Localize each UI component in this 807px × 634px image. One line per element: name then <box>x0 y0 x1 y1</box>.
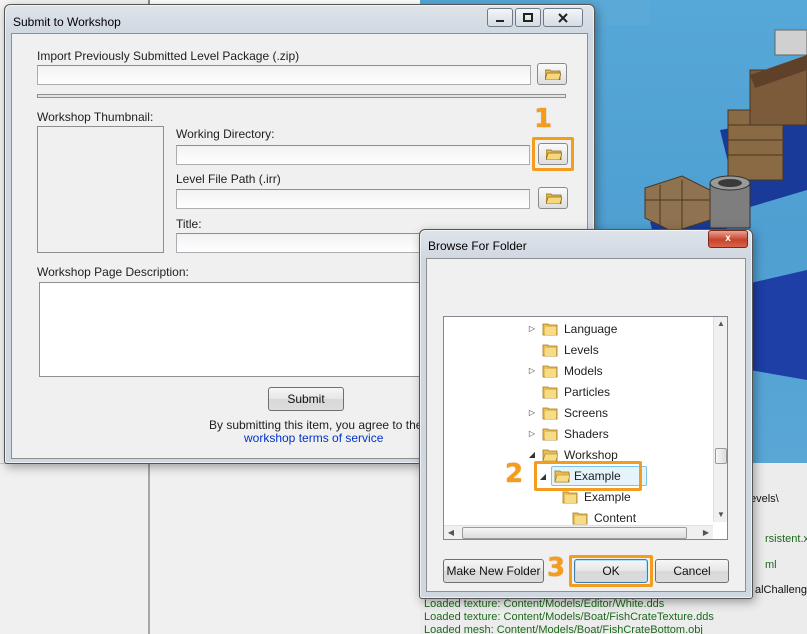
tree-vertical-scrollbar[interactable]: ▲ ▼ <box>713 317 727 522</box>
close-icon: x <box>725 233 731 244</box>
title-bar[interactable]: Submit to Workshop <box>5 5 594 33</box>
scroll-down-arrow-icon[interactable]: ▼ <box>714 508 728 522</box>
folder-tree[interactable]: ▷ Language Levels ▷ Models Particles ▷ S… <box>443 316 728 540</box>
minimize-icon <box>496 20 504 22</box>
submit-button[interactable]: Submit <box>268 387 344 411</box>
maximize-icon <box>523 13 533 22</box>
tree-horizontal-scrollbar[interactable]: ◀ ▶ <box>444 525 713 539</box>
folder-open-icon <box>545 69 561 80</box>
working-dir-field[interactable] <box>176 145 530 165</box>
make-new-folder-button[interactable]: Make New Folder <box>443 559 544 583</box>
panel-divider <box>148 463 150 634</box>
folder-icon <box>562 491 578 504</box>
import-label: Import Previously Submitted Level Packag… <box>37 49 300 63</box>
expand-arrow-icon[interactable]: ▷ <box>527 403 537 423</box>
import-browse-button[interactable] <box>537 63 567 85</box>
agree-text: By submitting this item, you agree to th… <box>209 418 423 432</box>
level-path-browse-button[interactable] <box>538 187 568 209</box>
barrel <box>709 175 751 229</box>
folder-icon <box>542 407 558 420</box>
description-label: Workshop Page Description: <box>37 265 189 279</box>
browse-title-bar[interactable]: Browse For Folder x <box>420 230 752 258</box>
log-line: Loaded texture: Content/Models/Boat/Fish… <box>424 611 714 623</box>
folder-icon <box>542 386 558 399</box>
folder-icon <box>542 428 558 441</box>
lower-panel <box>0 463 420 634</box>
title-field[interactable] <box>176 233 426 253</box>
expand-arrow-icon[interactable]: ▷ <box>527 424 537 444</box>
scroll-thumb[interactable] <box>462 527 687 539</box>
level-path-label: Level File Path (.irr) <box>176 172 281 186</box>
terms-link[interactable]: workshop terms of service <box>244 431 383 445</box>
log-fragment: evels\ <box>750 493 779 505</box>
scroll-left-arrow-icon[interactable]: ◀ <box>444 526 458 540</box>
folder-icon <box>542 344 558 357</box>
maximize-button[interactable] <box>515 8 541 27</box>
working-dir-label: Working Directory: <box>176 127 275 141</box>
minimize-button[interactable] <box>487 8 513 27</box>
separator <box>37 94 566 98</box>
log-fragment: ml <box>765 559 777 571</box>
expand-arrow-icon[interactable]: ▷ <box>527 319 537 339</box>
cancel-button[interactable]: Cancel <box>655 559 729 583</box>
log-line: Loaded texture: Content/Models/Editor/Wh… <box>424 598 665 610</box>
step-1-highlight <box>532 137 574 171</box>
expand-arrow-icon[interactable]: ▷ <box>527 361 537 381</box>
step-3-callout: 3 <box>547 553 566 583</box>
description-textarea[interactable] <box>39 282 426 377</box>
folder-open-icon <box>546 193 562 204</box>
log-fragment: rsistent.xm <box>765 533 807 545</box>
title-label: Title: <box>176 217 202 231</box>
scroll-right-arrow-icon[interactable]: ▶ <box>699 526 713 540</box>
thumbnail-label: Workshop Thumbnail: <box>37 110 154 124</box>
step-3-highlight <box>569 555 653 587</box>
thumbnail-preview[interactable] <box>37 126 164 253</box>
close-button[interactable] <box>543 8 583 27</box>
folder-icon <box>542 365 558 378</box>
step-2-highlight <box>534 461 642 491</box>
browse-title: Browse For Folder <box>428 239 527 253</box>
step-2-callout: 2 <box>505 459 524 489</box>
folder-icon <box>542 323 558 336</box>
window-title: Submit to Workshop <box>13 15 121 29</box>
scroll-thumb[interactable] <box>715 448 727 464</box>
step-1-callout: 1 <box>534 104 553 134</box>
folder-open-icon <box>542 449 558 462</box>
close-icon <box>558 13 568 23</box>
log-line: Loaded mesh: Content/Models/Boat/FishCra… <box>424 624 703 634</box>
folder-icon <box>572 512 588 525</box>
log-fragment: alChalleng <box>755 584 807 596</box>
import-path-field[interactable] <box>37 65 531 85</box>
level-path-field[interactable] <box>176 189 530 209</box>
browse-close-button[interactable]: x <box>708 230 748 248</box>
scroll-up-arrow-icon[interactable]: ▲ <box>714 317 728 331</box>
